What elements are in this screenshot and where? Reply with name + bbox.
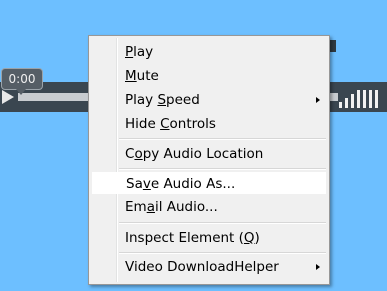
volume-icon[interactable] <box>335 86 385 108</box>
menu-item-label: Copy Audio Location <box>125 146 264 162</box>
menu-item-mute[interactable]: Mute <box>92 65 326 87</box>
menu-item-play-speed[interactable]: Play Speed <box>92 89 326 111</box>
submenu-arrow-icon <box>316 264 320 270</box>
menu-item-label: Inspect Element (Q) <box>125 230 260 246</box>
menu-item-video-downloadhelper[interactable]: Video DownloadHelper <box>92 256 326 278</box>
menu-item-save-audio-as[interactable]: Save Audio As... <box>92 172 326 194</box>
menu-separator <box>119 138 326 140</box>
menu-item-label: Video DownloadHelper <box>125 259 279 275</box>
menu-item-label: Mute <box>125 68 159 84</box>
menu-separator <box>119 168 326 170</box>
menu-item-label: Save Audio As... <box>126 176 236 192</box>
menu-item-label: Play Speed <box>125 92 200 108</box>
menu-item-label: Hide Controls <box>125 116 216 132</box>
menu-item-label: Play <box>125 44 154 60</box>
menu-item-label: Email Audio... <box>125 199 218 215</box>
menu-shadow <box>330 40 336 52</box>
submenu-arrow-icon <box>316 97 320 103</box>
menu-item-play[interactable]: Play <box>92 41 326 63</box>
play-icon[interactable] <box>2 90 14 104</box>
time-tooltip: 0:00 <box>1 68 43 95</box>
menu-item-copy-audio-location[interactable]: Copy Audio Location <box>92 143 326 165</box>
menu-item-email-audio[interactable]: Email Audio... <box>92 196 326 218</box>
menu-separator <box>119 222 326 224</box>
menu-item-inspect-element[interactable]: Inspect Element (Q) <box>92 227 326 249</box>
menu-item-hide-controls[interactable]: Hide Controls <box>92 113 326 135</box>
menu-separator <box>119 252 326 254</box>
context-menu: Play Mute Play Speed Hide Controls Copy … <box>88 35 330 285</box>
